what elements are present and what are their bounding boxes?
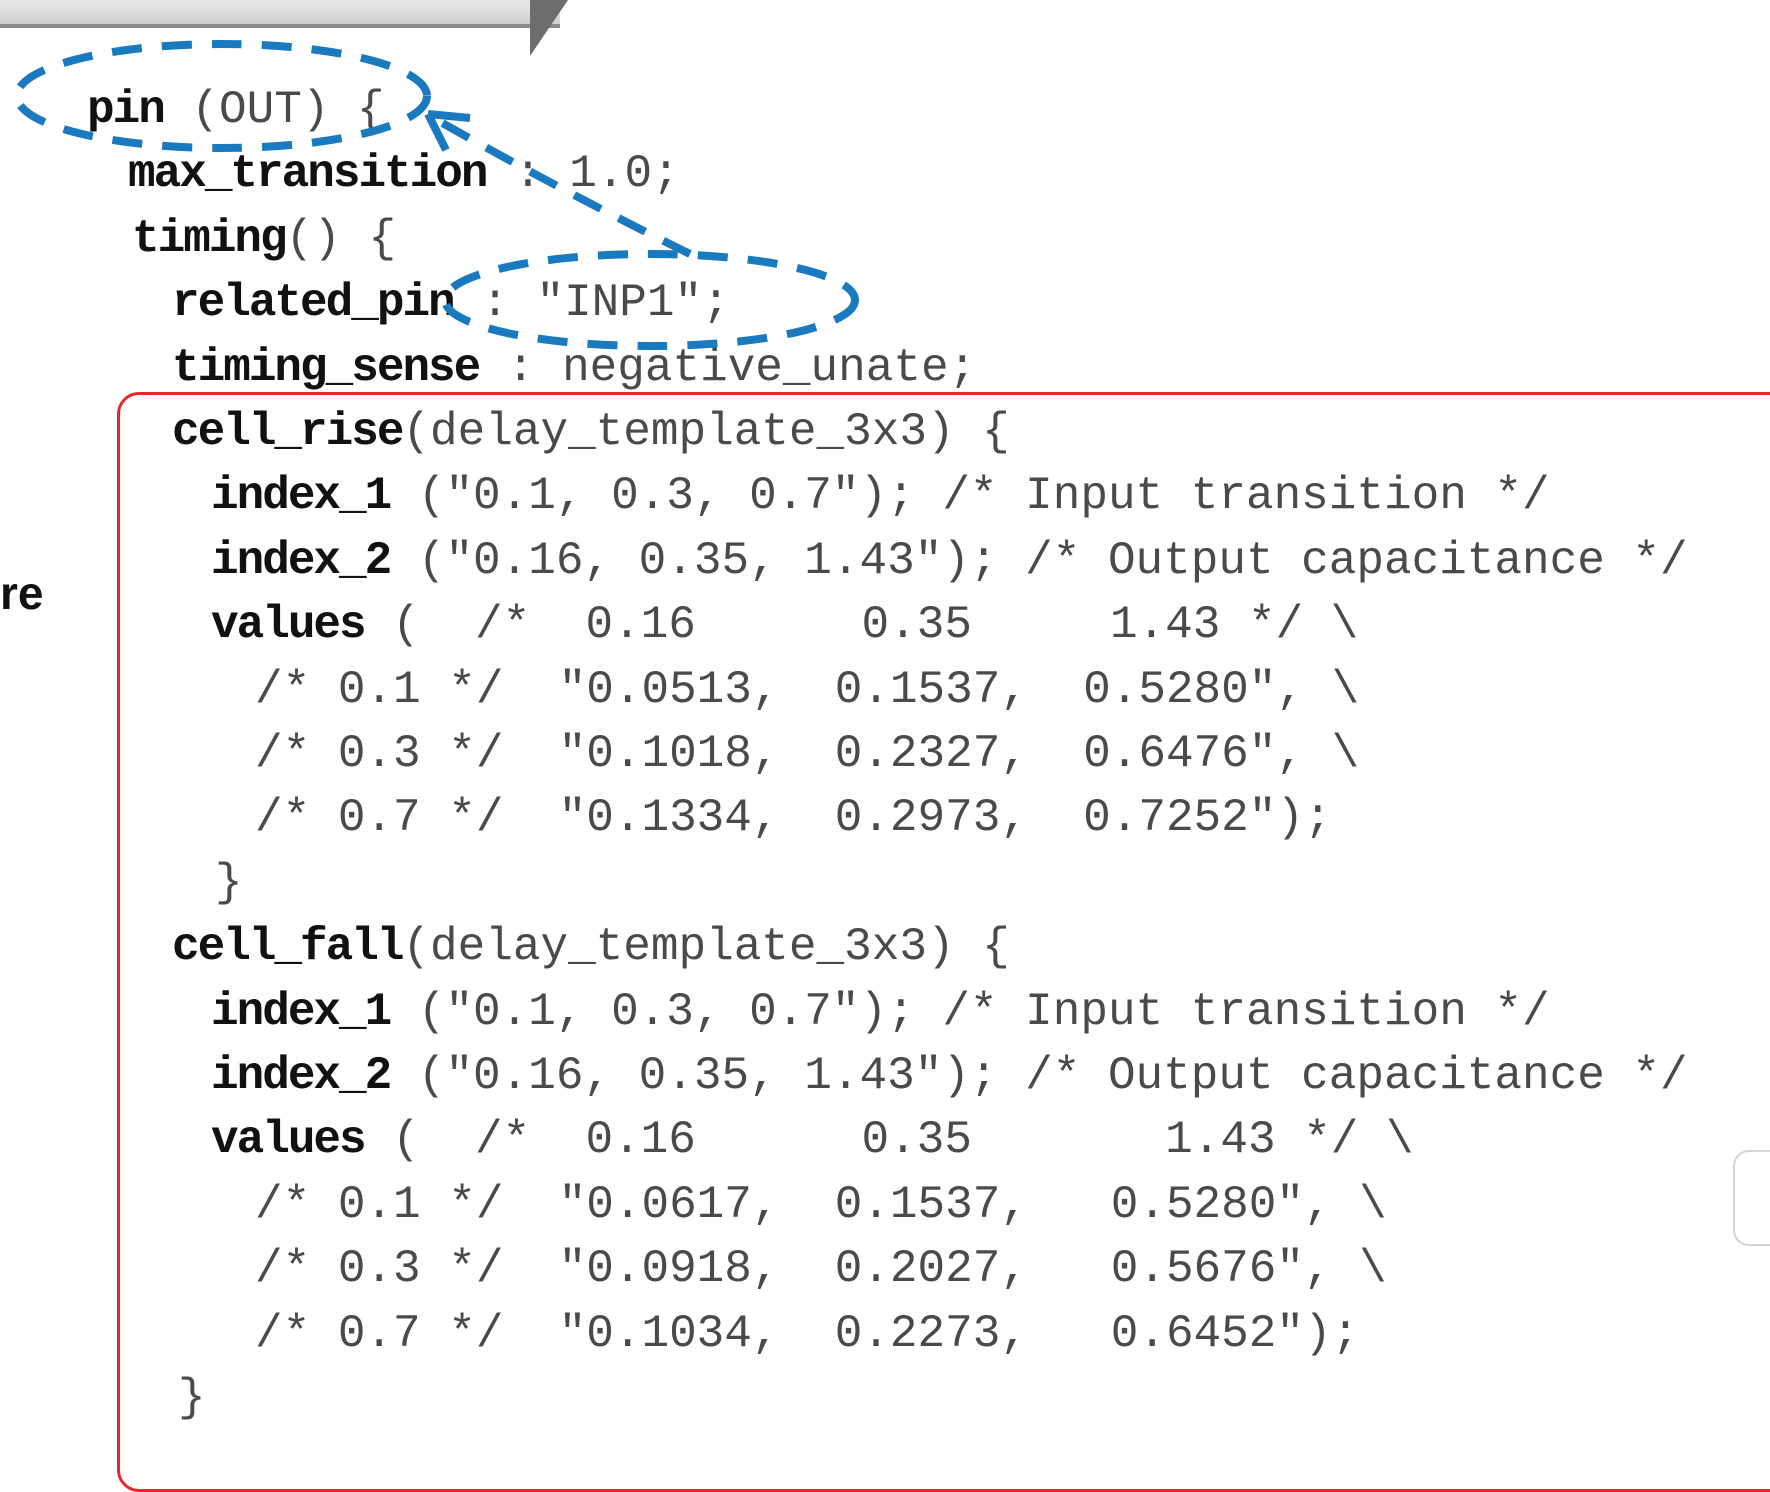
dependency-arrow [428, 112, 692, 258]
pin-out-circle [13, 40, 431, 152]
annotation-overlay [13, 40, 859, 350]
related-pin-circle [441, 250, 859, 350]
